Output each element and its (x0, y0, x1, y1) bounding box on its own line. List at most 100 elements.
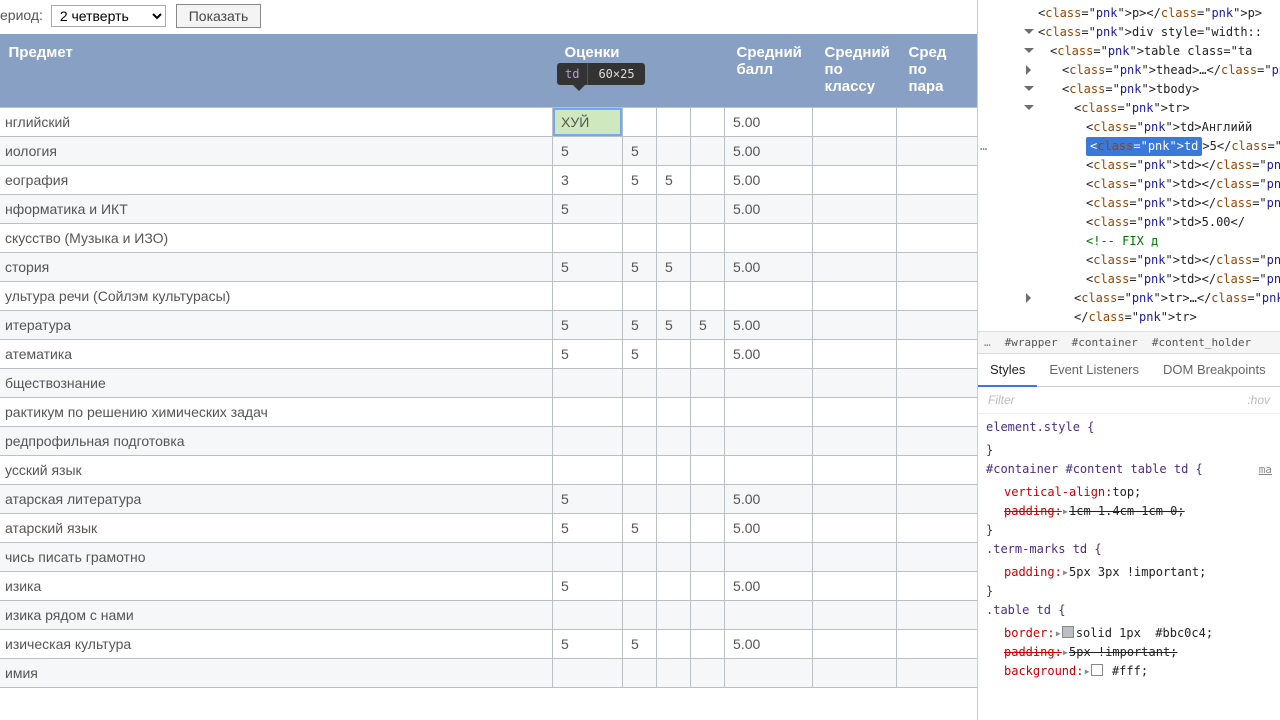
mark-cell[interactable] (691, 427, 725, 456)
mark-cell[interactable] (691, 543, 725, 572)
crumb[interactable]: #wrapper (1005, 336, 1058, 349)
mark-cell[interactable] (623, 282, 657, 311)
mark-cell[interactable]: 5 (623, 166, 657, 195)
mark-cell[interactable] (691, 601, 725, 630)
dom-node[interactable]: <class="pnk">p></class="pnk">p> (1038, 4, 1280, 23)
mark-cell[interactable] (623, 195, 657, 224)
dom-node[interactable]: <!-- FIX д (1038, 232, 1280, 251)
mark-cell[interactable] (657, 485, 691, 514)
mark-cell[interactable]: 5 (553, 195, 623, 224)
mark-cell[interactable]: 5 (553, 253, 623, 282)
devtools-tabs[interactable]: StylesEvent ListenersDOM Breakpoints (978, 354, 1280, 387)
dom-node[interactable]: <class="pnk">td></class="pnk">td> (1038, 156, 1280, 175)
mark-cell[interactable]: 3 (553, 166, 623, 195)
dom-node[interactable]: <class="pnk">tr> (1038, 99, 1280, 118)
styles-pane[interactable]: element.style {}#container #content tabl… (978, 414, 1280, 691)
mark-cell[interactable] (657, 195, 691, 224)
mark-cell[interactable] (623, 543, 657, 572)
hov-toggle[interactable]: :hov (1247, 393, 1270, 407)
dom-node[interactable]: <class="pnk">td>5.00</ (1038, 213, 1280, 232)
mark-cell[interactable] (623, 485, 657, 514)
mark-cell[interactable]: 5 (553, 137, 623, 166)
dom-node[interactable]: <class="pnk">tr>…</class="pnk">tr> (1038, 289, 1280, 308)
mark-cell[interactable]: 5 (553, 485, 623, 514)
mark-cell[interactable] (657, 514, 691, 543)
mark-cell[interactable]: 5 (553, 514, 623, 543)
dom-node[interactable]: <class="pnk">td></class="pnk">td> (1038, 270, 1280, 289)
dom-node[interactable]: …<class="pnk">td>5</class="pnk">td> (1038, 137, 1280, 156)
dom-node[interactable]: <class="pnk">thead>…</class="pnk">thea (1038, 61, 1280, 80)
mark-cell[interactable]: 5 (657, 311, 691, 340)
mark-cell[interactable] (623, 108, 657, 137)
mark-cell[interactable] (691, 398, 725, 427)
mark-cell[interactable]: 5 (553, 572, 623, 601)
mark-cell[interactable] (553, 224, 623, 253)
mark-cell[interactable] (691, 166, 725, 195)
mark-cell[interactable] (553, 369, 623, 398)
dom-node[interactable]: <class="pnk">td></class="pnk">td> (1038, 194, 1280, 213)
mark-cell[interactable]: 5 (553, 630, 623, 659)
mark-cell[interactable]: 5 (553, 311, 623, 340)
mark-cell[interactable] (657, 369, 691, 398)
dom-node[interactable]: <class="pnk">td></class="pnk">td> (1038, 251, 1280, 270)
mark-cell[interactable] (691, 572, 725, 601)
mark-cell[interactable] (691, 253, 725, 282)
crumb[interactable]: #container (1072, 336, 1138, 349)
mark-cell[interactable]: 5 (623, 311, 657, 340)
mark-cell[interactable] (657, 282, 691, 311)
mark-cell[interactable] (691, 456, 725, 485)
mark-cell[interactable] (657, 456, 691, 485)
mark-cell[interactable]: 5 (553, 340, 623, 369)
mark-cell[interactable] (691, 282, 725, 311)
mark-cell[interactable] (691, 137, 725, 166)
mark-cell[interactable] (553, 601, 623, 630)
mark-cell[interactable] (553, 282, 623, 311)
dom-node[interactable]: </class="pnk">tr> (1038, 308, 1280, 327)
mark-cell[interactable]: 5 (623, 514, 657, 543)
mark-cell[interactable]: 5 (623, 340, 657, 369)
period-select[interactable]: 2 четверть (51, 5, 166, 27)
mark-cell[interactable] (623, 369, 657, 398)
crumb[interactable]: #content_holder (1152, 336, 1251, 349)
dom-node[interactable]: <class="pnk">td>Английй (1038, 118, 1280, 137)
dom-node[interactable]: <class="pnk">div style="width:: (1038, 23, 1280, 42)
mark-cell[interactable] (553, 427, 623, 456)
mark-cell[interactable] (623, 659, 657, 688)
mark-cell[interactable] (657, 543, 691, 572)
mark-cell[interactable] (691, 108, 725, 137)
mark-cell[interactable] (691, 630, 725, 659)
mark-cell[interactable] (657, 659, 691, 688)
mark-cell[interactable] (553, 398, 623, 427)
mark-cell[interactable] (657, 572, 691, 601)
mark-cell[interactable] (691, 195, 725, 224)
styles-filter[interactable]: Filter (988, 393, 1015, 407)
mark-cell[interactable] (657, 398, 691, 427)
elements-tree[interactable]: <class="pnk">p></class="pnk">p><class="p… (978, 0, 1280, 331)
mark-cell[interactable]: 5 (657, 166, 691, 195)
show-button[interactable]: Показать (176, 4, 262, 28)
mark-cell[interactable] (691, 224, 725, 253)
mark-cell[interactable]: 5 (623, 137, 657, 166)
mark-cell[interactable] (623, 224, 657, 253)
mark-cell[interactable] (657, 137, 691, 166)
mark-cell[interactable] (623, 601, 657, 630)
mark-cell[interactable] (691, 514, 725, 543)
mark-cell[interactable]: 5 (623, 253, 657, 282)
dom-node[interactable]: <class="pnk">tbody> (1038, 80, 1280, 99)
mark-cell[interactable]: ХУЙ (553, 108, 623, 137)
mark-cell[interactable] (623, 456, 657, 485)
mark-cell[interactable]: 5 (623, 630, 657, 659)
devtools-tab[interactable]: Event Listeners (1037, 354, 1151, 386)
dom-node[interactable]: <class="pnk">td></class="pnk">td> (1038, 175, 1280, 194)
dom-node[interactable]: <class="pnk">table class="ta (1038, 42, 1280, 61)
mark-cell[interactable] (623, 427, 657, 456)
devtools-tab[interactable]: Styles (978, 354, 1037, 387)
mark-cell[interactable] (657, 630, 691, 659)
mark-cell[interactable] (553, 456, 623, 485)
mark-cell[interactable] (657, 601, 691, 630)
mark-cell[interactable] (691, 485, 725, 514)
mark-cell[interactable] (553, 659, 623, 688)
mark-cell[interactable] (623, 572, 657, 601)
crumb[interactable]: … (984, 336, 991, 349)
mark-cell[interactable] (691, 369, 725, 398)
